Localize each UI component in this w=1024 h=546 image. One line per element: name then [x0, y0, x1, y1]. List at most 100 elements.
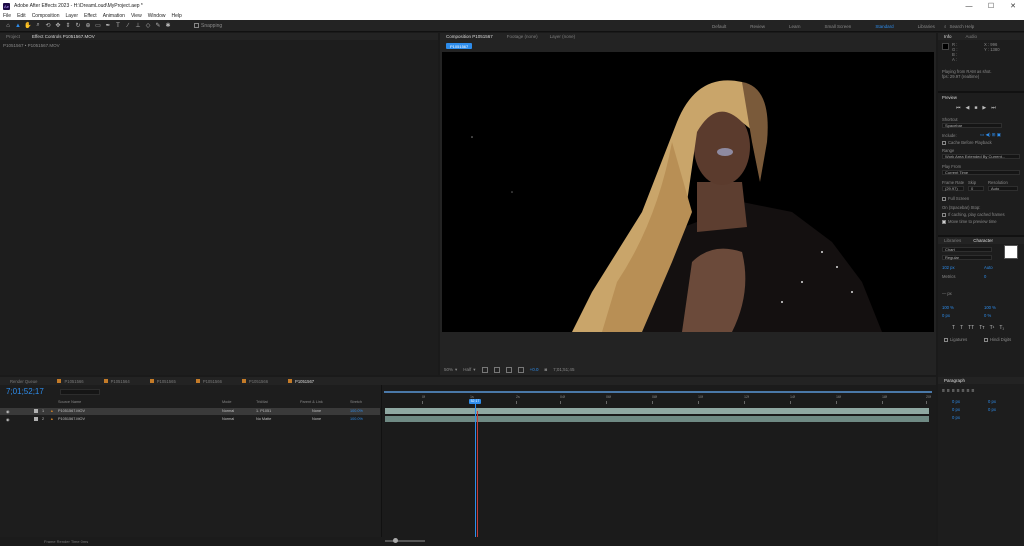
eraser-tool-icon[interactable]: ◇ — [144, 22, 152, 30]
menu-window[interactable]: Window — [148, 13, 166, 19]
layer-trkmat[interactable]: 1. P1051 — [256, 409, 271, 413]
timeline-search-input[interactable] — [60, 389, 100, 395]
composition-viewer[interactable] — [442, 52, 934, 332]
brush-tool-icon[interactable]: ∕ — [124, 22, 132, 30]
layer-parent[interactable]: None — [312, 417, 321, 421]
faux-bold-button[interactable]: T — [952, 325, 955, 331]
layer-stretch[interactable]: 100.0% — [350, 409, 363, 413]
move-time-checkbox[interactable] — [942, 220, 946, 224]
layer-mode[interactable]: Normal — [222, 417, 234, 421]
col-source-name[interactable]: Source Name — [58, 400, 81, 404]
layer-duration-bar[interactable] — [385, 408, 929, 414]
menu-view[interactable]: View — [131, 13, 142, 19]
layer-name[interactable]: P1051567.MOV — [58, 409, 85, 413]
rotate-tool-icon[interactable]: ↻ — [74, 22, 82, 30]
exposure-value[interactable]: +0.0 — [530, 367, 539, 372]
next-frame-icon[interactable]: ▶ — [982, 105, 986, 111]
full-screen-checkbox[interactable] — [942, 197, 946, 201]
font-style-dropdown[interactable]: Regular — [942, 255, 992, 260]
layer-parent[interactable]: None — [312, 409, 321, 413]
workspace-standard[interactable]: Standard — [863, 24, 905, 29]
if-caching-checkbox[interactable] — [942, 213, 946, 217]
skip-dropdown[interactable]: 0 — [968, 186, 984, 191]
layer-trkmat[interactable]: No Matte — [256, 417, 271, 421]
layer-row[interactable]: ◉ 1 ▲ P1051567.MOV Normal 1. P1051 None … — [0, 408, 380, 415]
visibility-eye-icon[interactable]: ◉ — [6, 417, 9, 422]
time-ruler[interactable]: 0f 1s 2s 04f 06f 08f 10f 12f 14f 16f 18f… — [382, 395, 937, 404]
timeline-zoom-slider[interactable] — [385, 538, 425, 543]
current-time-display[interactable]: 7;01;51;45 — [553, 367, 574, 372]
stop-icon[interactable]: ■ — [974, 105, 977, 111]
dolly-tool-icon[interactable]: ⇕ — [64, 22, 72, 30]
vertical-scale-value[interactable]: 100 % — [942, 305, 954, 310]
orbit-tool-icon[interactable]: ⟲ — [44, 22, 52, 30]
include-video-audio-icon[interactable]: ▭ ◀) ⊞ ▣ — [980, 132, 1001, 138]
current-time-indicator[interactable] — [475, 403, 476, 546]
resolution-dropdown[interactable]: Half ▾ — [463, 367, 475, 373]
search-help[interactable]: ⌕ Search Help — [944, 22, 1020, 30]
baseline-shift-value[interactable]: 0 px — [942, 313, 950, 318]
last-frame-icon[interactable]: ⏭ — [991, 105, 996, 111]
timeline-track-area[interactable]: 0f 1s 2s 04f 06f 08f 10f 12f 14f 16f 18f… — [381, 385, 936, 546]
alignment-buttons[interactable]: ≡≡≡≡≡≡≡ — [942, 388, 976, 394]
hand-tool-icon[interactable]: ✋ — [24, 22, 32, 30]
menu-animation[interactable]: Animation — [103, 13, 125, 19]
type-tool-icon[interactable]: T — [114, 22, 122, 30]
composition-breadcrumb[interactable]: P1051567 — [446, 43, 473, 49]
tab-timeline-3[interactable]: P1051565 — [140, 379, 186, 384]
selection-tool-icon[interactable]: ▲ — [14, 22, 22, 30]
col-parent[interactable]: Parent & Link — [300, 400, 323, 404]
ligatures-checkbox[interactable] — [944, 338, 948, 342]
grid-icon[interactable] — [481, 366, 488, 373]
col-trkmat[interactable]: TrkMat — [256, 400, 268, 404]
tab-timeline-5[interactable]: P1051566 — [232, 379, 278, 384]
shortcut-dropdown[interactable]: Spacebar — [942, 123, 1002, 128]
col-stretch[interactable]: Stretch — [350, 400, 362, 404]
space-after-value[interactable]: 0 px — [988, 407, 996, 412]
all-caps-button[interactable]: TT — [968, 325, 974, 331]
tab-timeline-2[interactable]: P1051564 — [94, 379, 140, 384]
resolution-dropdown[interactable]: Auto — [988, 186, 1018, 191]
search-help-input[interactable]: Search Help — [950, 24, 975, 29]
work-area-bar[interactable] — [384, 391, 932, 393]
clone-stamp-tool-icon[interactable]: ⊥ — [134, 22, 142, 30]
fill-color-swatch[interactable] — [1004, 245, 1018, 259]
tab-render-queue[interactable]: Render Queue — [0, 379, 47, 384]
kerning-value[interactable]: Metrics — [942, 274, 956, 279]
hindi-digits-checkbox[interactable] — [984, 338, 988, 342]
home-icon[interactable]: ⌂ — [4, 22, 12, 30]
pan-behind-tool-icon[interactable]: ⊕ — [84, 22, 92, 30]
range-dropdown[interactable]: Work Area Extended By Current... — [942, 154, 1020, 159]
menu-composition[interactable]: Composition — [32, 13, 60, 19]
zoom-tool-icon[interactable]: ⌕ — [34, 22, 42, 30]
transparency-grid-icon[interactable] — [505, 366, 512, 373]
workspace-review[interactable]: Review — [738, 24, 777, 29]
roto-brush-tool-icon[interactable]: ✎ — [154, 22, 162, 30]
tab-info[interactable]: Info — [938, 33, 960, 40]
indent-left-value[interactable]: 0 px — [952, 399, 960, 404]
layer-row[interactable]: ◉ 2 ▲ P1051567.MOV Normal No Matte None … — [0, 416, 380, 423]
workspace-learn[interactable]: Learn — [777, 24, 813, 29]
indent-first-value[interactable]: 0 px — [952, 415, 960, 420]
pan-tool-icon[interactable]: ✥ — [54, 22, 62, 30]
snapping-toggle[interactable]: Snapping — [194, 23, 222, 29]
close-icon[interactable]: ✕ — [1002, 0, 1024, 12]
tracking-value[interactable]: 0 — [984, 274, 986, 279]
frame-rate-dropdown[interactable]: (29.97) — [942, 186, 964, 191]
font-size-value[interactable]: 102 px — [942, 265, 955, 270]
faux-italic-button[interactable]: T — [960, 325, 963, 331]
rectangle-tool-icon[interactable]: ▭ — [94, 22, 102, 30]
cache-before-playback-checkbox[interactable] — [942, 141, 946, 145]
tab-timeline-1[interactable]: P1051566 — [47, 379, 93, 384]
font-family-dropdown[interactable]: Chart — [942, 247, 992, 252]
menu-file[interactable]: File — [3, 13, 11, 19]
first-frame-icon[interactable]: ⏮ — [956, 105, 961, 111]
tab-timeline-4[interactable]: P1051566 — [186, 379, 232, 384]
space-before-value[interactable]: 0 px — [952, 407, 960, 412]
menu-layer[interactable]: Layer — [65, 13, 78, 19]
menu-edit[interactable]: Edit — [17, 13, 26, 19]
tab-effect-controls[interactable]: Effect Controls P1051567.MOV — [26, 33, 103, 40]
layer-name[interactable]: P1051567.MOV — [58, 417, 85, 421]
region-of-interest-icon[interactable] — [517, 366, 524, 373]
col-mode[interactable]: Mode — [222, 400, 232, 404]
